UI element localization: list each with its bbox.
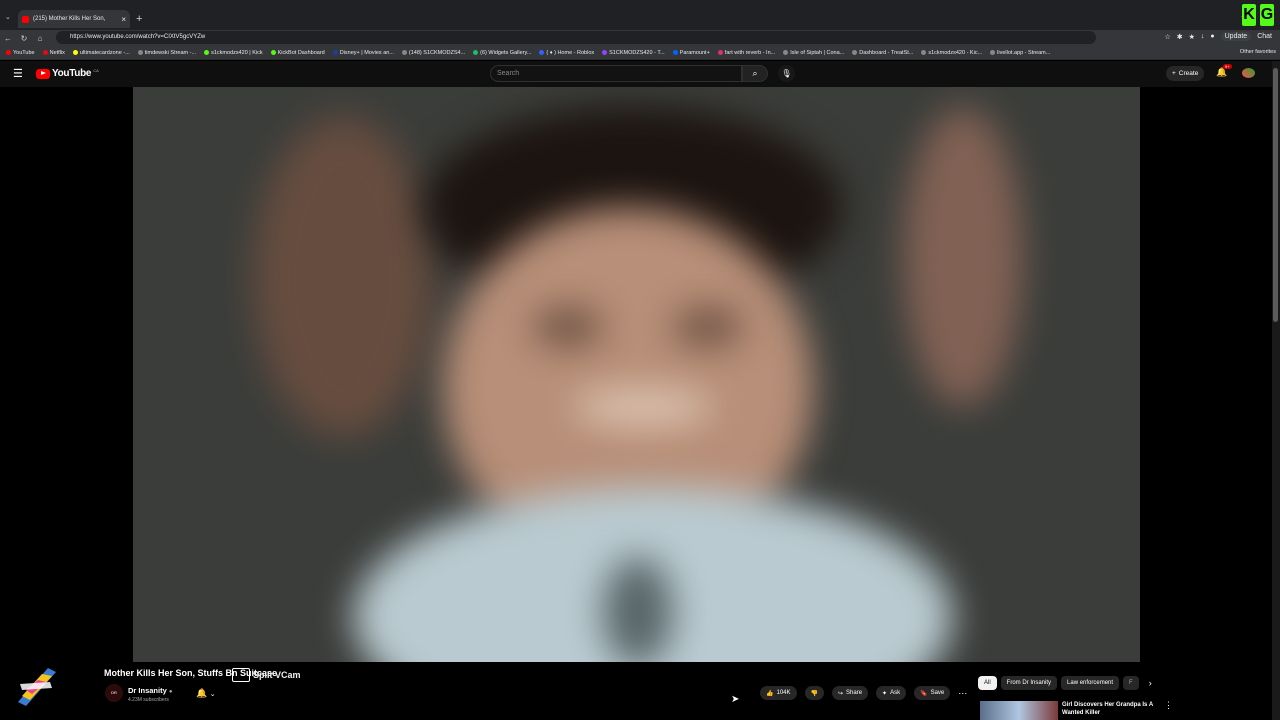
- bookmark-3[interactable]: timdewski Stream -...: [137, 50, 196, 56]
- like-button[interactable]: 👍 104K: [760, 686, 797, 700]
- tab-title: (215) Mother Kills Her Son,: [33, 16, 106, 22]
- split-vcam-overlay: Split VCam: [232, 668, 301, 682]
- other-favorites-folder[interactable]: Other favorites: [1240, 49, 1276, 55]
- notification-badge: 9+: [1223, 64, 1232, 69]
- favorites-icon[interactable]: ★: [1189, 33, 1195, 41]
- bookmark-4[interactable]: s1ckmodzs420 | Kick: [204, 50, 263, 56]
- chip-truncated[interactable]: F: [1123, 676, 1139, 690]
- bookmark-1[interactable]: Netflix: [42, 50, 65, 56]
- browser-toolbar-right: ☆ ✱ ★ ↓ ● Update Chat: [1164, 32, 1272, 41]
- bookmark-10[interactable]: S1CKMODZS420 - T...: [602, 50, 665, 56]
- profile-avatar-icon[interactable]: ●: [1210, 33, 1214, 40]
- chip-law-enforcement[interactable]: Law enforcement: [1061, 676, 1120, 690]
- downloads-icon[interactable]: ↓: [1201, 33, 1205, 40]
- update-button[interactable]: Update: [1220, 32, 1252, 41]
- recommendation-thumbnail[interactable]: [980, 701, 1058, 720]
- account-avatar[interactable]: [1242, 68, 1255, 78]
- bookmark-11[interactable]: Paramount+: [672, 50, 710, 56]
- chevron-right-icon[interactable]: ›: [1149, 678, 1152, 688]
- plus-icon: +: [1172, 70, 1176, 77]
- dislike-button[interactable]: 👎: [804, 686, 824, 700]
- refresh-icon[interactable]: ↻: [16, 34, 32, 43]
- subscriber-count: 4.23M subscribers: [128, 697, 169, 703]
- bookmark-12[interactable]: fart with reverb - In...: [717, 50, 775, 56]
- video-frame-blurred[interactable]: [133, 87, 1140, 662]
- menu-hamburger-icon[interactable]: ☰: [13, 67, 23, 80]
- channel-name[interactable]: Dr Insanity ●: [128, 686, 172, 695]
- browser-tab-youtube[interactable]: (215) Mother Kills Her Son, ×: [18, 10, 130, 28]
- bookmark-5[interactable]: KickBot Dashboard: [270, 50, 325, 56]
- bookmark-15[interactable]: s1ckmodzs420 - Kic...: [921, 50, 982, 56]
- youtube-masthead: ☰ YouTube CA Search ⌕ 🎙 + Create 🔔 9+: [0, 61, 1272, 87]
- address-bar-row: ← ↻ ⌂ https://www.youtube.com/watch?v=CI…: [0, 30, 1280, 46]
- video-actions: 👍 104K 👎 ↪ Share ✦ Ask 🔖 Save ⋯: [760, 686, 967, 700]
- search-icon: ⌕: [752, 68, 758, 78]
- search-button[interactable]: ⌕: [742, 65, 768, 82]
- back-arrow-icon[interactable]: ←: [0, 34, 16, 43]
- chip-all[interactable]: All: [978, 676, 997, 690]
- sparkle-icon: ✦: [882, 690, 888, 697]
- voice-search-button[interactable]: 🎙: [778, 65, 795, 82]
- save-button[interactable]: 🔖 Save: [914, 686, 951, 700]
- url-field[interactable]: https://www.youtube.com/watch?v=CIXtV5gc…: [56, 31, 1096, 44]
- browser-tabstrip: ⌄ (215) Mother Kills Her Son, × + – KG: [0, 0, 1280, 30]
- share-button[interactable]: ↪ Share: [831, 686, 869, 700]
- bookmark-8[interactable]: (6) Widgets Gallery...: [473, 50, 531, 56]
- bookmark-16[interactable]: livellot.app - Stream...: [990, 50, 1050, 56]
- bookmarks-bar: YouTube Netflix ultimatecardzone -... ti…: [0, 46, 1280, 60]
- youtube-logo[interactable]: YouTube CA: [36, 68, 99, 79]
- bookmark-7[interactable]: (148) S1CKMODZS4...: [401, 50, 465, 56]
- thumbs-up-icon: 👍: [766, 690, 774, 697]
- home-icon[interactable]: ⌂: [32, 34, 48, 43]
- microphone-icon: 🎙: [781, 69, 792, 78]
- bookmark-icon: 🔖: [920, 690, 928, 697]
- chip-from-dr-insanity[interactable]: From Dr Insanity: [1000, 676, 1058, 690]
- bookmark-2[interactable]: ultimatecardzone -...: [72, 50, 130, 56]
- bookmark-14[interactable]: Dashboard - TreatSt...: [852, 50, 913, 56]
- bookmark-star-icon[interactable]: ☆: [1164, 33, 1170, 41]
- recommendation-title[interactable]: Girl Discovers Her Grandpa Is A Wanted K…: [1062, 701, 1166, 717]
- create-button[interactable]: + Create: [1166, 66, 1205, 81]
- channel-avatar[interactable]: DR: [105, 684, 123, 702]
- camera-frame-icon: [232, 668, 250, 682]
- verified-check-icon: ●: [168, 689, 173, 695]
- bookmark-9[interactable]: ( ♦ ) Home - Roblox: [539, 50, 594, 56]
- bell-icon: 🔔: [196, 688, 208, 698]
- new-tab-plus-icon[interactable]: +: [136, 13, 142, 25]
- bookmark-0[interactable]: YouTube: [6, 50, 35, 56]
- stream-overlay-logo: [18, 668, 56, 706]
- ask-button[interactable]: ✦ Ask: [876, 686, 907, 700]
- bookmark-13[interactable]: Isle of Siptah | Cona...: [783, 50, 844, 56]
- thumbs-down-icon: 👎: [810, 690, 818, 697]
- mouse-cursor-icon: ➤: [731, 694, 740, 705]
- extensions-icon[interactable]: ✱: [1177, 33, 1183, 41]
- recommendation-more-icon[interactable]: ⋮: [1164, 700, 1173, 711]
- youtube-favicon-icon: [22, 15, 29, 23]
- youtube-play-logo-icon: [36, 68, 50, 79]
- close-tab-icon[interactable]: ×: [121, 15, 126, 24]
- video-player[interactable]: [0, 87, 1272, 662]
- related-filter-chips: All From Dr Insanity Law enforcement F ›: [978, 676, 1152, 690]
- youtube-wordmark: YouTube: [52, 68, 92, 79]
- more-actions-icon[interactable]: ⋯: [958, 688, 967, 699]
- chat-button[interactable]: Chat: [1257, 33, 1272, 40]
- chevron-down-icon: ⌄: [209, 691, 216, 698]
- search-input[interactable]: Search: [490, 65, 742, 82]
- country-code: CA: [93, 68, 99, 73]
- tab-list-chevron-icon[interactable]: ⌄: [5, 13, 11, 21]
- page-scrollbar-thumb[interactable]: [1273, 68, 1278, 322]
- share-arrow-icon: ↪: [837, 690, 844, 697]
- bookmark-6[interactable]: Disney+ | Movies an...: [332, 50, 394, 56]
- kick-logo: KG: [1242, 4, 1274, 26]
- subscription-bell-dropdown[interactable]: 🔔 ⌄: [196, 688, 216, 699]
